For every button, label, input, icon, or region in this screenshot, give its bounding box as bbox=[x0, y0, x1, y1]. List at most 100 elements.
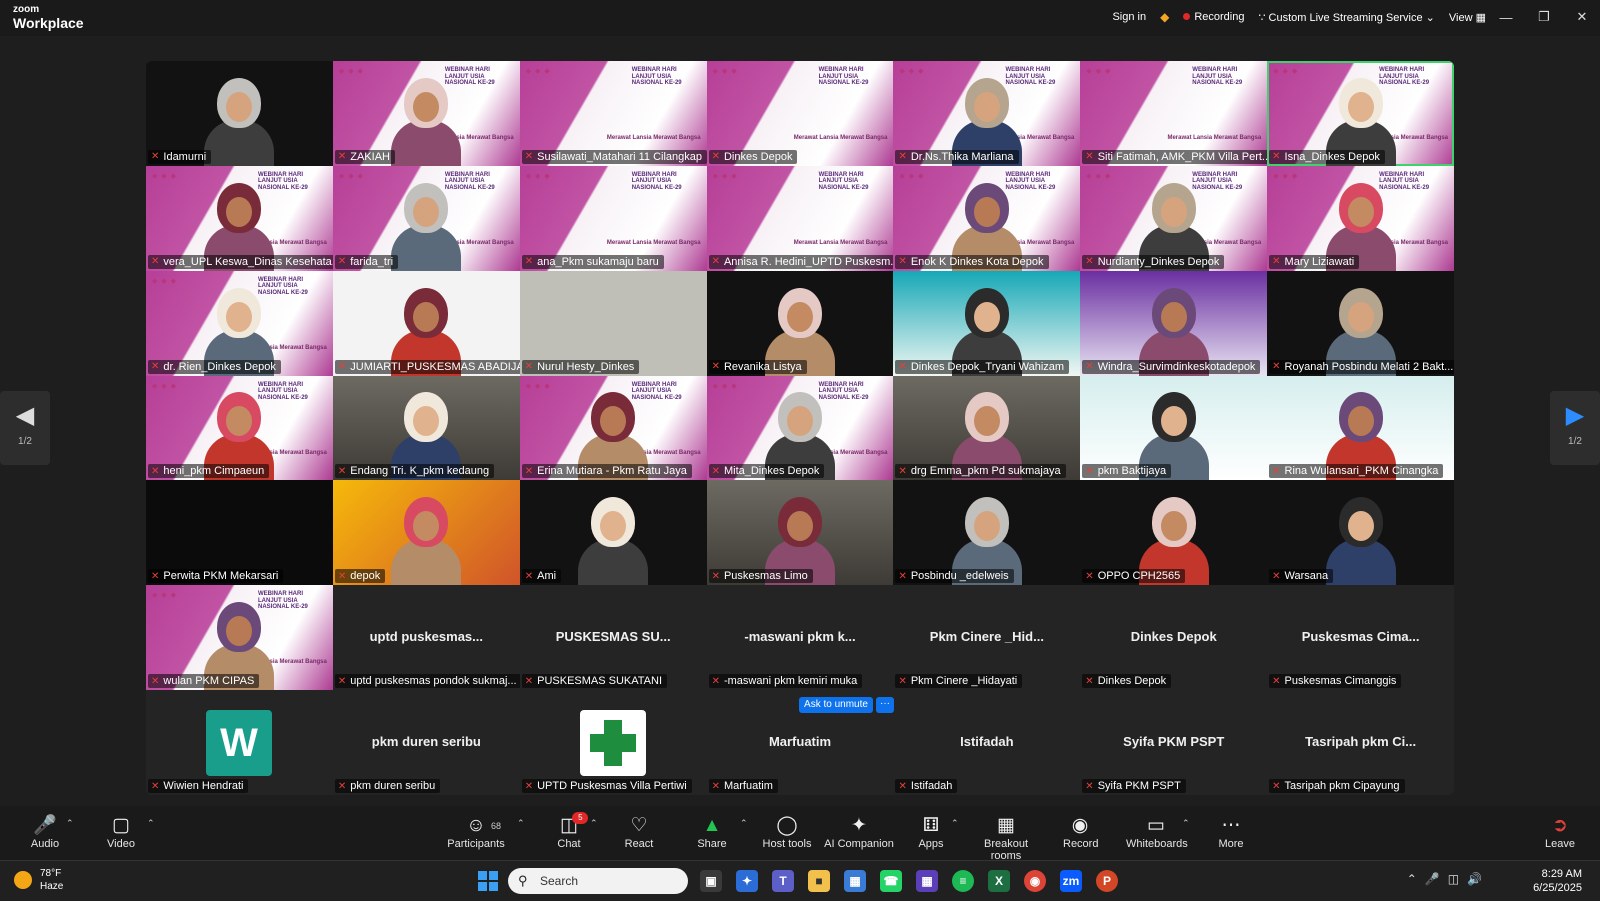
participant-tile[interactable]: ✕ Windra_Survimdinkeskotadepok bbox=[1080, 270, 1268, 376]
participant-tile[interactable]: ✕ Royanah Posbindu Melati 2 Bakt... bbox=[1267, 270, 1454, 376]
participant-tile[interactable]: ✕ JUMIARTI_PUSKESMAS ABADIJAYA bbox=[332, 270, 520, 376]
participant-tile[interactable]: ✕ Rina Wulansari_PKM Cinangka bbox=[1267, 375, 1454, 481]
participant-tile[interactable]: Puskesmas Cima... ✕ Puskesmas Cimanggis bbox=[1267, 585, 1454, 691]
video-options-caret[interactable]: ⌃ bbox=[147, 818, 155, 829]
participant-tile[interactable]: ◆ ◆ ◆ WEBINAR HARI LANJUT USIA NASIONAL K… bbox=[146, 270, 333, 376]
breakout-rooms-button[interactable]: ▦ Breakout rooms bbox=[970, 814, 1042, 862]
taskbar-search[interactable]: ⚲ Search bbox=[508, 868, 688, 894]
participant-tile[interactable]: ◆ ◆ ◆ WEBINAR HARI LANJUT USIA NASIONAL K… bbox=[706, 61, 894, 166]
participant-tile[interactable]: ✕ drg Emma_pkm Pd sukmajaya bbox=[893, 375, 1081, 481]
participant-tile[interactable]: pkm duren seribu ✕ pkm duren seribu bbox=[332, 690, 520, 795]
ai-companion-button[interactable]: ✦ AI Companion bbox=[824, 814, 894, 850]
leave-button[interactable]: ➲ Leave bbox=[1543, 814, 1577, 850]
excel-icon[interactable]: X bbox=[988, 870, 1010, 892]
participant-tile[interactable]: ✕ Revanika Listya bbox=[706, 270, 894, 376]
close-button[interactable]: ✕ bbox=[1564, 9, 1600, 25]
apps-button[interactable]: ⚅ Apps bbox=[914, 814, 948, 850]
record-button[interactable]: ◉ Record bbox=[1063, 814, 1098, 850]
task-view-icon[interactable]: ▣ bbox=[700, 870, 722, 892]
audio-options-caret[interactable]: ⌃ bbox=[66, 818, 74, 829]
restore-button[interactable]: ❐ bbox=[1526, 9, 1562, 25]
store-icon[interactable]: ▦ bbox=[844, 870, 866, 892]
participant-tile[interactable]: ◆ ◆ ◆ WEBINAR HARI LANJUT USIA NASIONAL K… bbox=[706, 375, 894, 481]
participant-tile[interactable]: ◆ ◆ ◆ WEBINAR HARI LANJUT USIA NASIONAL K… bbox=[893, 165, 1081, 271]
participant-tile[interactable]: ✕ Endang Tri. K_pkm kedaung bbox=[332, 375, 520, 481]
participant-tile[interactable]: Dinkes Depok ✕ Dinkes Depok bbox=[1080, 585, 1268, 691]
participant-tile[interactable]: ✕ Warsana bbox=[1267, 480, 1454, 586]
spotify-icon[interactable]: ≡ bbox=[952, 870, 974, 892]
participant-tile[interactable]: Syifa PKM PSPT ✕ Syifa PKM PSPT bbox=[1080, 690, 1268, 795]
apps-options-caret[interactable]: ⌃ bbox=[951, 818, 959, 829]
participant-tile[interactable]: -maswani pkm k... ✕ -maswani pkm kemiri mu… bbox=[706, 585, 894, 691]
participant-tile[interactable]: ◆ ◆ ◆ WEBINAR HARI LANJUT USIA NASIONAL K… bbox=[146, 585, 333, 691]
participant-tile[interactable]: ◆ ◆ ◆ WEBINAR HARI LANJUT USIA NASIONAL K… bbox=[332, 61, 520, 166]
taskbar-clock[interactable]: 8:29 AM 6/25/2025 bbox=[1533, 867, 1582, 895]
participant-tile[interactable]: uptd puskesmas... ✕ uptd puskesmas pondok … bbox=[332, 585, 520, 691]
participant-tile[interactable]: ◆ ◆ ◆ WEBINAR HARI LANJUT USIA NASIONAL K… bbox=[1267, 165, 1454, 271]
next-page-button[interactable]: ▶ 1/2 bbox=[1550, 391, 1600, 465]
participant-tile[interactable]: ✕ depok bbox=[332, 480, 520, 586]
more-button[interactable]: ⋯ More bbox=[1214, 814, 1248, 850]
participant-tile[interactable]: ◆ ◆ ◆ WEBINAR HARI LANJUT USIA NASIONAL K… bbox=[893, 61, 1081, 166]
muted-mic-icon: ✕ bbox=[898, 151, 907, 163]
participant-tile[interactable]: ✕ Nurul Hesty_Dinkes bbox=[519, 270, 707, 376]
participant-tile[interactable]: ◆ ◆ ◆ WEBINAR HARI LANJUT USIA NASIONAL K… bbox=[519, 375, 707, 481]
whiteboards-button[interactable]: ▭ Whiteboards bbox=[1126, 814, 1188, 850]
ask-to-unmute-button[interactable]: Ask to unmute bbox=[799, 697, 873, 713]
whatsapp-icon[interactable]: ☎ bbox=[880, 870, 902, 892]
weather-widget[interactable]: 78°F Haze bbox=[14, 867, 63, 893]
windows-start-icon[interactable] bbox=[478, 871, 498, 891]
participant-tile[interactable]: ◆ ◆ ◆ WEBINAR HARI LANJUT USIA NASIONAL K… bbox=[146, 375, 333, 481]
teams-icon[interactable]: T bbox=[772, 870, 794, 892]
participant-tile[interactable]: ◆ ◆ ◆ WEBINAR HARI LANJUT USIA NASIONAL K… bbox=[332, 165, 520, 271]
participants-button[interactable]: ☺ 68 Participants bbox=[446, 814, 506, 850]
participant-tile[interactable]: Pkm Cinere _Hid... ✕ Pkm Cinere _Hidayati bbox=[893, 585, 1081, 691]
sign-in-link[interactable]: Sign in bbox=[1112, 11, 1146, 23]
tile-more-options-button[interactable]: ··· bbox=[876, 697, 894, 713]
video-button[interactable]: ▢ Video bbox=[104, 814, 138, 850]
zoom-taskbar-icon[interactable]: zm bbox=[1060, 870, 1082, 892]
copilot-icon[interactable]: ✦ bbox=[736, 870, 758, 892]
participant-tile[interactable]: ✕ OPPO CPH2565 bbox=[1080, 480, 1268, 586]
view-menu[interactable]: View ▦ bbox=[1449, 11, 1486, 24]
participant-tile[interactable]: ✕ Dinkes Depok_Tryani Wahizam bbox=[893, 270, 1081, 376]
participant-tile[interactable]: ✕ Idamurni bbox=[146, 61, 333, 166]
participant-tile[interactable]: ◆ ◆ ◆ WEBINAR HARI LANJUT USIA NASIONAL K… bbox=[706, 165, 894, 271]
participant-tile[interactable]: ✕ pkm Baktijaya bbox=[1080, 375, 1268, 481]
participant-tile[interactable]: ◆ ◆ ◆ WEBINAR HARI LANJUT USIA NASIONAL K… bbox=[146, 165, 333, 271]
whiteboards-options-caret[interactable]: ⌃ bbox=[1182, 818, 1190, 829]
participant-tile[interactable]: ◆ ◆ ◆ WEBINAR HARI LANJUT USIA NASIONAL K… bbox=[519, 61, 707, 166]
participant-tile[interactable]: ✕ Puskesmas Limo bbox=[706, 480, 894, 586]
participants-options-caret[interactable]: ⌃ bbox=[517, 818, 525, 829]
audio-label: Audio bbox=[30, 838, 60, 850]
share-options-caret[interactable]: ⌃ bbox=[740, 818, 748, 829]
previous-page-button[interactable]: ◀ 1/2 bbox=[0, 391, 50, 465]
file-explorer-icon[interactable]: ■ bbox=[808, 870, 830, 892]
calculator-icon[interactable]: ▦ bbox=[916, 870, 938, 892]
participant-tile[interactable]: Tasripah pkm Ci... ✕ Tasripah pkm Cipayung bbox=[1267, 690, 1454, 795]
live-stream-menu[interactable]: ∵ Custom Live Streaming Service ⌄ bbox=[1258, 11, 1434, 24]
participant-tile[interactable]: Istifadah ✕ Istifadah bbox=[893, 690, 1081, 795]
participant-tile[interactable]: ✕ Perwita PKM Mekarsari bbox=[146, 480, 333, 586]
audio-button[interactable]: 🎤 Audio bbox=[28, 814, 62, 850]
participant-tile[interactable]: ◆ ◆ ◆ WEBINAR HARI LANJUT USIA NASIONAL K… bbox=[1267, 61, 1454, 166]
participant-tile[interactable]: ◆ ◆ ◆ WEBINAR HARI LANJUT USIA NASIONAL K… bbox=[1080, 61, 1268, 166]
chat-options-caret[interactable]: ⌃ bbox=[590, 818, 598, 829]
participant-tile[interactable]: ◆ ◆ ◆ WEBINAR HARI LANJUT USIA NASIONAL K… bbox=[519, 165, 707, 271]
chat-button[interactable]: ◫ 5 Chat bbox=[552, 812, 589, 850]
participant-tile[interactable]: PUSKESMAS SU... ✕ PUSKESMAS SUKATANI bbox=[519, 585, 707, 691]
security-shield-icon[interactable]: ◆ bbox=[1160, 10, 1169, 24]
participant-tile[interactable]: ✕ Ami bbox=[519, 480, 707, 586]
participant-tile[interactable]: ◆ ◆ ◆ WEBINAR HARI LANJUT USIA NASIONAL K… bbox=[1080, 165, 1268, 271]
host-tools-button[interactable]: ◯ Host tools bbox=[762, 814, 812, 850]
react-button[interactable]: ♡ React bbox=[622, 814, 656, 850]
participant-tile[interactable]: ✕ UPTD Puskesmas Villa Pertiwi bbox=[519, 690, 707, 795]
chrome-icon[interactable]: ◉ bbox=[1024, 870, 1046, 892]
minimize-button[interactable]: — bbox=[1488, 10, 1524, 25]
share-button[interactable]: ▲ Share bbox=[695, 814, 729, 850]
system-tray[interactable]: ⌃🎤◫🔊 bbox=[1407, 872, 1490, 886]
recording-indicator[interactable]: Recording bbox=[1183, 11, 1244, 23]
powerpoint-icon[interactable]: P bbox=[1096, 870, 1118, 892]
participant-tile[interactable]: ✕ Posbindu _edelweis bbox=[893, 480, 1081, 586]
participant-tile[interactable]: W ✕ Wiwien Hendrati bbox=[146, 690, 333, 795]
